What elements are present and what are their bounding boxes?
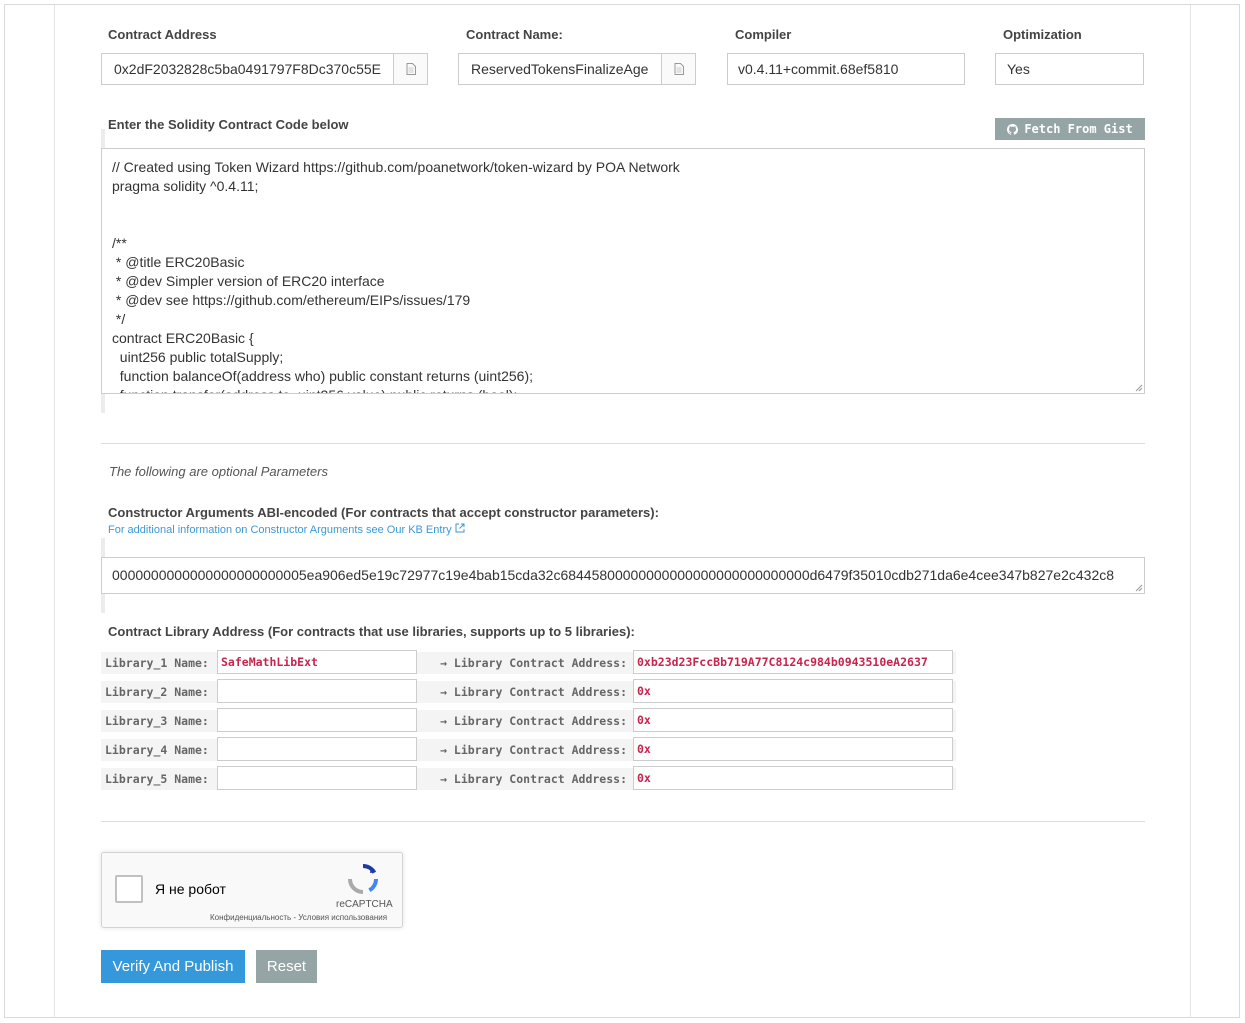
optimization-label: Optimization: [1003, 27, 1082, 42]
library-address-label: → Library Contract Address:: [417, 681, 633, 703]
args-grip-bottom: [101, 594, 105, 613]
optional-heading: The following are optional Parameters: [109, 464, 328, 479]
compiler-value: v0.4.11+commit.68ef5810: [738, 61, 899, 77]
fetch-from-gist-label: Fetch From Gist: [1024, 122, 1133, 136]
library-row: Library_3 Name: → Library Contract Addre…: [101, 708, 956, 732]
library-row: Library_4 Name: → Library Contract Addre…: [101, 737, 956, 761]
left-rail: [54, 5, 55, 1018]
verify-and-publish-button[interactable]: Verify And Publish: [101, 950, 245, 983]
compiler-select[interactable]: v0.4.11+commit.68ef5810: [727, 53, 965, 85]
library-row-tail: [953, 739, 956, 761]
compiler-label: Compiler: [735, 27, 792, 42]
library-name-label: Library_1 Name:: [101, 652, 217, 674]
optimization-value: Yes: [1007, 61, 1030, 77]
recaptcha-brand: reCAPTCHA: [336, 899, 393, 910]
library-address-input[interactable]: 0xb23d23FccBb719A77C8124c984b0943510eA26…: [633, 650, 953, 674]
library-name-label: Library_5 Name:: [101, 768, 217, 790]
github-icon: [1007, 123, 1019, 135]
library-name-input[interactable]: [217, 708, 417, 732]
library-row: Library_2 Name: → Library Contract Addre…: [101, 679, 956, 703]
library-address-label: → Library Contract Address:: [417, 739, 633, 761]
copy-name-icon[interactable]: [661, 54, 695, 84]
recaptcha-widget: Я не робот reCAPTCHA Конфиденциальность …: [101, 852, 403, 928]
args-grip-top: [101, 538, 105, 557]
library-name-input[interactable]: [217, 737, 417, 761]
library-name-label: Library_4 Name:: [101, 739, 217, 761]
library-row: Library_5 Name: → Library Contract Addre…: [101, 766, 956, 790]
optimization-select[interactable]: Yes: [995, 53, 1144, 85]
right-rail: [1190, 5, 1191, 1018]
library-row-tail: [953, 681, 956, 703]
divider-2: [101, 821, 1145, 822]
kb-entry-link-text: For additional information on Constructo…: [108, 524, 452, 536]
contract-address-value: 0x2dF2032828c5ba0491797F8Dc370c55E: [114, 61, 381, 77]
library-address-input[interactable]: 0x: [633, 708, 953, 732]
library-address-label: → Library Contract Address:: [417, 710, 633, 732]
kb-entry-link[interactable]: For additional information on Constructo…: [108, 523, 465, 536]
library-address-input[interactable]: 0x: [633, 679, 953, 703]
contract-address-label: Contract Address: [108, 27, 217, 42]
library-section-label: Contract Library Address (For contracts …: [108, 624, 635, 639]
recaptcha-privacy-links[interactable]: Конфиденциальность - Условия использован…: [210, 913, 387, 922]
resize-handle-icon[interactable]: [1135, 384, 1143, 392]
code-grip-top: [101, 129, 105, 148]
library-address-input[interactable]: 0x: [633, 766, 953, 790]
library-address-label: → Library Contract Address:: [417, 768, 633, 790]
constructor-args-label: Constructor Arguments ABI-encoded (For c…: [108, 505, 659, 520]
library-row-tail: [953, 652, 956, 674]
recaptcha-logo-icon: [348, 864, 378, 894]
library-name-input[interactable]: SafeMathLibExt: [217, 650, 417, 674]
copy-address-icon[interactable]: [393, 54, 427, 84]
constructor-args-input[interactable]: 0000000000000000000000005ea906ed5e19c729…: [101, 557, 1145, 594]
library-row-tail: [953, 768, 956, 790]
contract-name-label: Contract Name:: [466, 27, 563, 42]
args-resize-handle-icon[interactable]: [1135, 584, 1143, 592]
library-name-label: Library_3 Name:: [101, 710, 217, 732]
recaptcha-checkbox-label: Я не робот: [155, 881, 226, 897]
divider-1: [101, 443, 1145, 444]
fetch-from-gist-button[interactable]: Fetch From Gist: [995, 118, 1145, 140]
code-label: Enter the Solidity Contract Code below: [108, 117, 349, 132]
library-name-input[interactable]: [217, 679, 417, 703]
library-row-tail: [953, 710, 956, 732]
library-name-label: Library_2 Name:: [101, 681, 217, 703]
contract-name-value: ReservedTokensFinalizeAge: [471, 61, 649, 77]
library-row: Library_1 Name: SafeMathLibExt → Library…: [101, 650, 956, 674]
contract-code-editor[interactable]: // Created using Token Wizard https://gi…: [101, 148, 1145, 394]
library-name-input[interactable]: [217, 766, 417, 790]
library-address-input[interactable]: 0x: [633, 737, 953, 761]
external-link-icon: [455, 523, 465, 533]
contract-address-field[interactable]: 0x2dF2032828c5ba0491797F8Dc370c55E: [101, 53, 428, 85]
recaptcha-checkbox[interactable]: [115, 875, 143, 903]
library-address-label: → Library Contract Address:: [417, 652, 633, 674]
code-grip-bottom: [101, 394, 105, 413]
contract-name-field[interactable]: ReservedTokensFinalizeAge: [458, 53, 696, 85]
reset-button[interactable]: Reset: [256, 950, 317, 983]
